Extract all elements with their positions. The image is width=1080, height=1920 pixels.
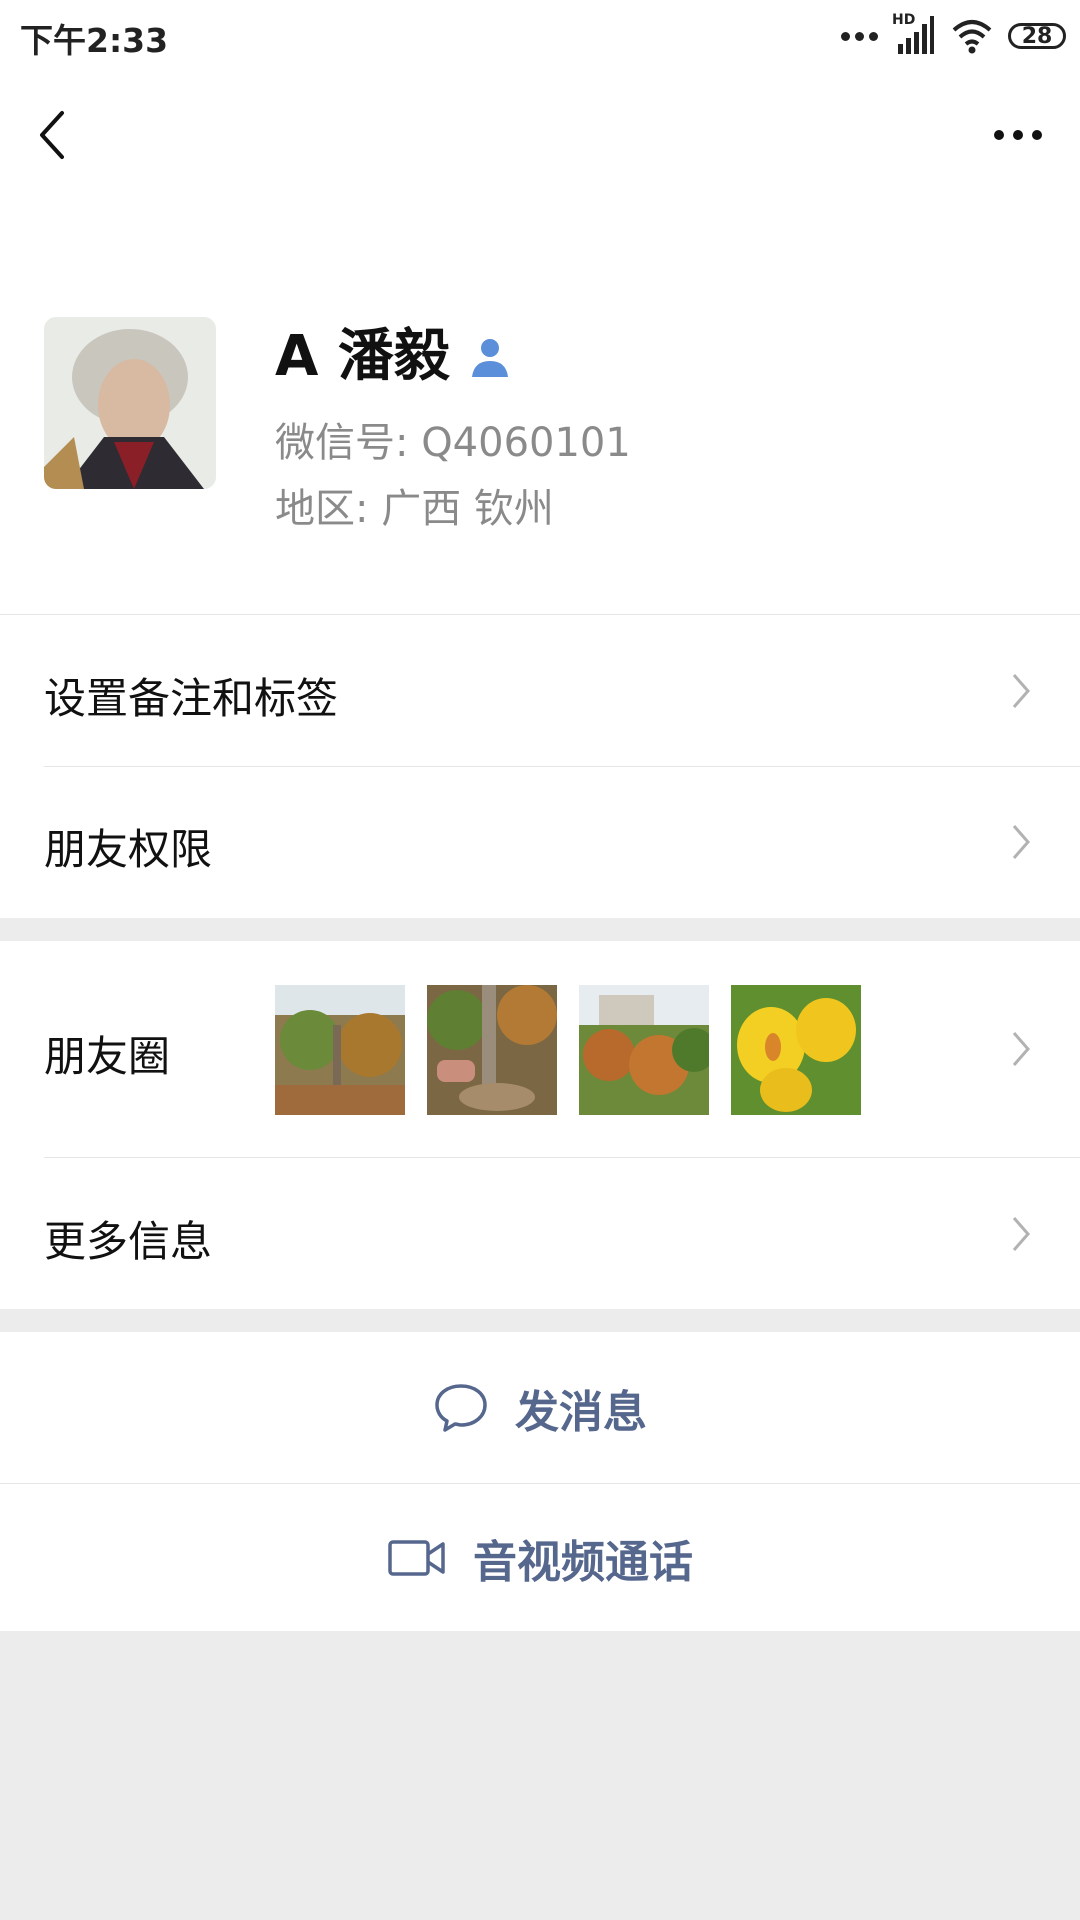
send-message-label: 发消息 bbox=[515, 1386, 647, 1438]
video-call-label: 音视频通话 bbox=[473, 1536, 693, 1588]
notification-dots-icon bbox=[841, 31, 878, 41]
moments-label: 朋友圈 bbox=[44, 1032, 171, 1081]
battery-indicator: 28 bbox=[1008, 23, 1066, 49]
friend-permissions-row[interactable]: 朋友权限 bbox=[0, 767, 1080, 918]
send-message-button[interactable]: 发消息 bbox=[0, 1332, 1080, 1483]
settings-group: 设置备注和标签 朋友权限 bbox=[0, 615, 1080, 918]
status-time: 下午2:33 bbox=[20, 21, 169, 60]
back-chevron-icon[interactable] bbox=[30, 105, 80, 165]
more-info-row[interactable]: 更多信息 bbox=[0, 1158, 1080, 1309]
wifi-icon bbox=[952, 20, 992, 54]
more-icon[interactable] bbox=[994, 120, 1042, 150]
profile-name: A 潘毅 bbox=[275, 324, 450, 389]
moments-photo[interactable] bbox=[579, 985, 709, 1115]
person-icon bbox=[471, 339, 508, 377]
region: 地区: 广西 钦州 bbox=[275, 486, 554, 532]
video-camera-icon bbox=[388, 1539, 445, 1576]
video-call-button[interactable]: 音视频通话 bbox=[0, 1484, 1080, 1631]
friend-permissions-label: 朋友权限 bbox=[44, 825, 213, 874]
moments-photo[interactable] bbox=[275, 985, 405, 1115]
chat-bubble-icon bbox=[435, 1383, 487, 1432]
remark-tags-row[interactable]: 设置备注和标签 bbox=[0, 615, 1080, 766]
status-icons: HD 28 bbox=[841, 10, 1066, 62]
more-info-label: 更多信息 bbox=[44, 1217, 213, 1266]
avatar[interactable] bbox=[44, 317, 216, 489]
remark-tags-label: 设置备注和标签 bbox=[44, 674, 339, 723]
chevron-right-icon bbox=[1012, 674, 1030, 708]
wechat-id: 微信号: Q4060101 bbox=[275, 420, 631, 466]
moments-thumbnails bbox=[275, 985, 861, 1115]
chevron-right-icon bbox=[1012, 1217, 1030, 1251]
moments-photo[interactable] bbox=[731, 985, 861, 1115]
profile-name-row: A 潘毅 bbox=[275, 322, 512, 392]
chevron-right-icon bbox=[1012, 1032, 1030, 1066]
cellular-signal-icon: HD bbox=[892, 12, 936, 58]
moments-photo[interactable] bbox=[427, 985, 557, 1115]
chevron-right-icon bbox=[1012, 825, 1030, 859]
